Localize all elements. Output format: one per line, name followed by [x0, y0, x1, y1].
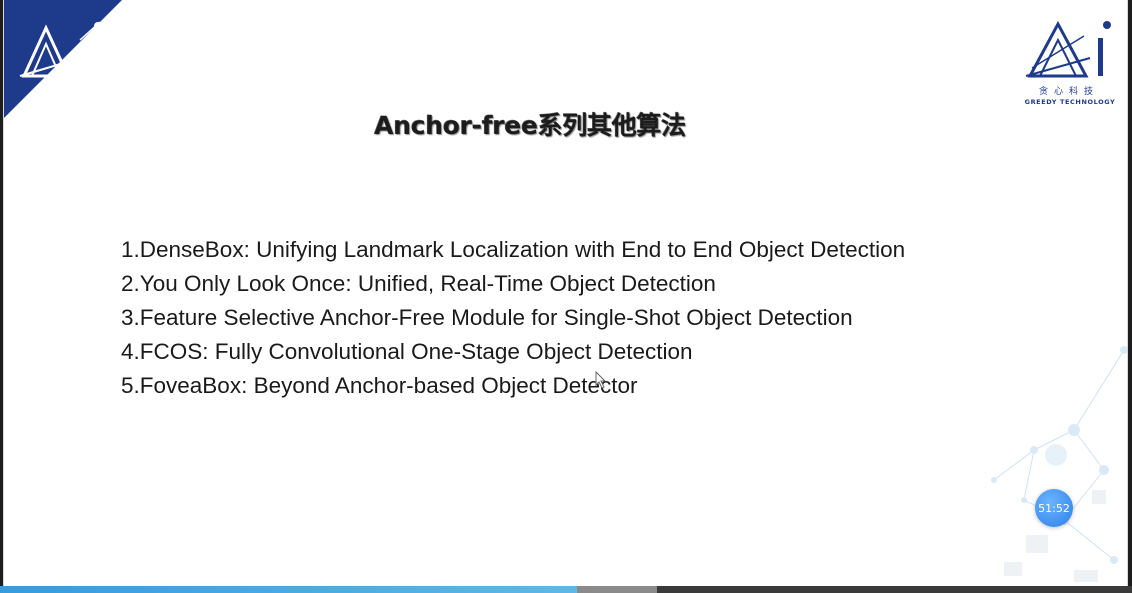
list-item: 4.FCOS: Fully Convolutional One-Stage Ob… [121, 339, 693, 364]
progress-buffer [577, 586, 657, 593]
list-item: 1.DenseBox: Unifying Landmark Localizati… [121, 237, 906, 262]
brand-name-en: GREEDY TECHNOLOGY [1024, 98, 1116, 106]
mouse-cursor-icon [595, 371, 607, 389]
slide-title: Anchor-free系列其他算法 [374, 111, 686, 140]
ai-logo-icon [4, 0, 122, 118]
slide: 贪心科技 GREEDY TECHNOLOGY Anchor-free系列其他算法… [3, 0, 1128, 586]
list-item: 3.Feature Selective Anchor-Free Module f… [121, 305, 853, 330]
progress-fill [0, 586, 578, 593]
corner-logo [4, 0, 122, 118]
video-progress-bar[interactable] [0, 586, 1132, 593]
brand-logo: 贪心科技 GREEDY TECHNOLOGY [1024, 16, 1116, 112]
brand-name-cn: 贪心科技 [1038, 87, 1099, 97]
list-item: 2.You Only Look Once: Unified, Real-Time… [121, 271, 716, 296]
timer-badge[interactable]: 51:52 [1035, 489, 1073, 527]
ai-logo-icon [1025, 20, 1111, 78]
decorative-network-graphic [991, 346, 1127, 582]
